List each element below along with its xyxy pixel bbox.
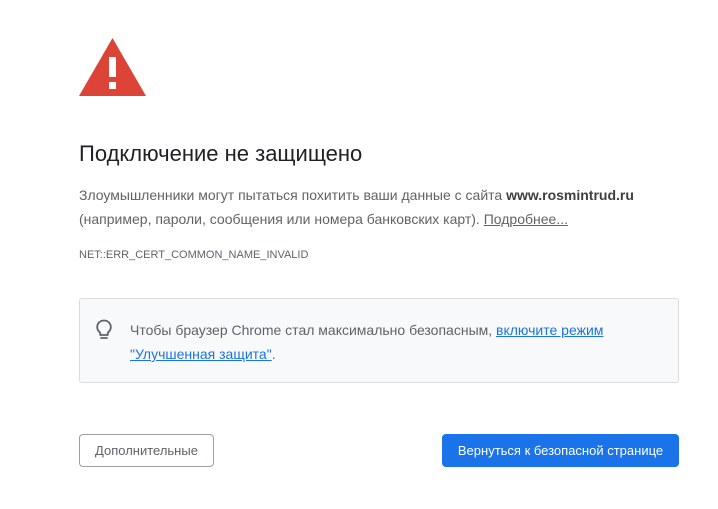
message-prefix: Злоумышленники могут пытаться похитить в…	[79, 187, 507, 203]
sentence-period: .	[271, 346, 276, 362]
details-link[interactable]: Подробнее...	[484, 211, 568, 227]
site-domain: www.rosmintrud.ru	[506, 187, 634, 203]
enhanced-protection-text: Чтобы браузер Chrome стал максимально бе…	[130, 318, 660, 366]
page-title: Подключение не защищено	[79, 141, 363, 166]
error-code: NET::ERR_CERT_COMMON_NAME_INVALID	[79, 249, 309, 261]
enhanced-protection-card: Чтобы браузер Chrome стал максимально бе…	[79, 298, 679, 383]
warning-triangle-icon	[79, 38, 146, 96]
advanced-button[interactable]: Дополнительные	[79, 434, 214, 467]
enhanced-protection-sentence: Чтобы браузер Chrome стал максимально бе…	[130, 322, 497, 338]
message-suffix: (например, пароли, сообщения или номера …	[79, 211, 484, 227]
lightbulb-icon	[96, 319, 112, 339]
security-message: Злоумышленники могут пытаться похитить в…	[79, 183, 679, 231]
interstitial-page: Подключение не защищено Злоумышленники м…	[79, 0, 679, 509]
back-to-safety-button[interactable]: Вернуться к безопасной странице	[442, 434, 679, 467]
